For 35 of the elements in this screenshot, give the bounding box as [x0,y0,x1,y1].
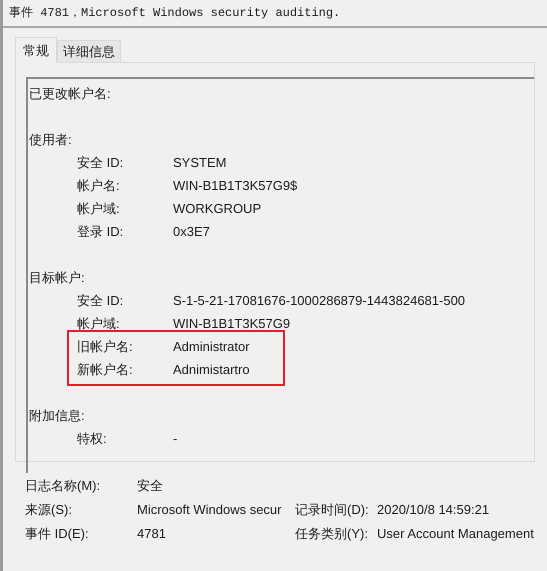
field-value: SYSTEM [173,154,226,172]
field-value: Administrator [173,338,250,356]
field-value: Adnimistartro [173,360,250,379]
section-heading: 使用者: [29,130,72,149]
tab[interactable]: 常规 [15,37,57,63]
property-value: Microsoft Windows secur [137,501,282,520]
field-label: 帐户名: [77,176,121,195]
property-value: 安全 [137,477,164,496]
field-value: WIN-B1B1T3K57G9 [173,314,290,333]
field-value: 0x3E7 [173,222,210,241]
field-label: 旧帐户名: [77,338,134,356]
field-value: WIN-B1B1T3K57G9$ [173,176,298,195]
property-value: 2020/10/8 14:59:21 [377,501,490,520]
window-title: 事件 4781，Microsoft Windows security auditing. [9,5,340,22]
property-label: 任务类别(Y): [295,525,369,544]
field-label: 新帐户名: [77,360,134,379]
field-label: 安全 ID: [77,292,124,310]
property-label: 记录时间(D): [295,501,370,520]
property-value: User Account Management [377,525,534,544]
section-heading: 附加信息: [29,406,85,425]
field-label: 安全 ID: [77,154,124,172]
field-value: WORKGROUP [173,200,262,218]
field-value: S-1-5-21-17081676-1000286879-1443824681-500 [173,292,466,310]
section-heading: 目标帐户: [29,268,85,287]
property-value: 4781 [137,525,167,544]
field-label: 特权: [77,430,108,448]
property-label: 日志名称(M): [25,477,102,496]
field-label: 登录 ID: [77,222,124,241]
field-label: 帐户域: [77,200,121,218]
section-heading: 已更改帐户名: [29,84,111,103]
field-value: - [173,430,178,448]
field-label: 帐户域: [77,314,121,333]
property-label: 来源(S): [25,501,73,520]
tab[interactable]: 详细信息 [57,40,121,62]
property-label: 事件 ID(E): [25,525,90,544]
